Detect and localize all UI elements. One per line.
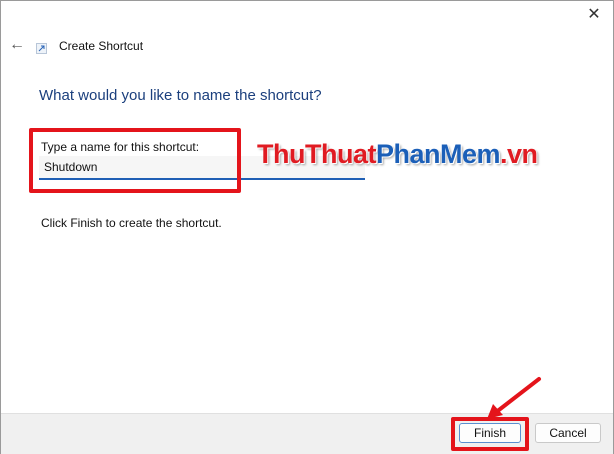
create-shortcut-dialog: ✕ ← Create Shortcut What would you like … <box>0 0 614 454</box>
watermark-logo: ThuThuatPhanMem.vn <box>257 139 538 170</box>
watermark-part3: .vn <box>500 139 538 169</box>
page-heading: What would you like to name the shortcut… <box>39 87 322 104</box>
watermark-part2: PhanMem <box>375 139 501 169</box>
input-highlight-box <box>29 128 241 193</box>
watermark-part1: ThuThuat <box>257 139 376 169</box>
annotation-arrow <box>487 377 541 419</box>
instruction-text: Click Finish to create the shortcut. <box>41 216 222 230</box>
finish-highlight-box <box>451 417 529 451</box>
close-icon[interactable]: ✕ <box>579 3 609 27</box>
shortcut-icon <box>36 43 47 54</box>
cancel-button[interactable]: Cancel <box>535 423 601 443</box>
window-title: Create Shortcut <box>59 39 144 53</box>
back-arrow-icon[interactable]: ← <box>7 35 27 55</box>
